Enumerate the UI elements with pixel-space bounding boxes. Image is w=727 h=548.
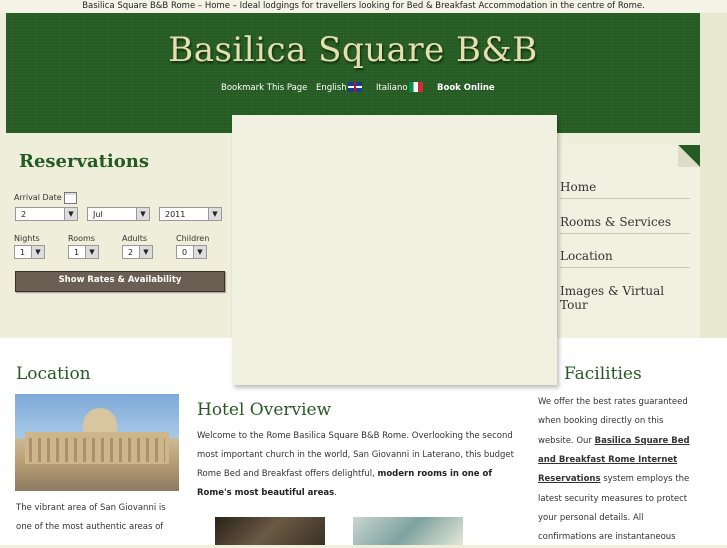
overview-text-2: most important church in the world, San …: [197, 450, 514, 460]
nights-value: 1: [20, 248, 26, 257]
menu-item-images[interactable]: Images & Virtual Tour: [560, 284, 690, 316]
chevron-down-icon: ▼: [193, 246, 206, 258]
main-menu: Home Rooms & Services Location Images & …: [557, 145, 700, 338]
adults-label: Adults: [122, 234, 148, 243]
overview-bold-areas: Rome's most beautiful areas: [197, 488, 335, 498]
st-peters-photo[interactable]: [15, 394, 179, 491]
children-select[interactable]: 0 ▼: [176, 245, 207, 259]
arrival-day-select[interactable]: 2 ▼: [15, 207, 78, 221]
facilities-text-2: when booking directly on this: [538, 416, 664, 426]
english-link[interactable]: English: [316, 83, 347, 93]
internet-link[interactable]: and Breakfast Rome Internet: [538, 455, 677, 465]
facilities-title: Facilities: [564, 364, 642, 384]
room-photo-1[interactable]: [215, 517, 325, 545]
book-online-link[interactable]: Book Online: [437, 83, 495, 93]
facilities-text-1: We offer the best rates guaranteed: [538, 397, 688, 407]
adults-select[interactable]: 2 ▼: [122, 245, 153, 259]
overview-title: Hotel Overview: [197, 400, 332, 420]
header-nav: Bookmark This Page English Italiano Book…: [6, 82, 700, 97]
overview-text-1: Welcome to the Rome Basilica Square B&B …: [197, 431, 513, 441]
calendar-icon[interactable]: [64, 192, 77, 204]
chevron-down-icon: ▼: [136, 208, 149, 220]
chevron-down-icon: ▼: [64, 208, 77, 220]
page-fold-corner: [678, 145, 700, 167]
hero-image-frame: [232, 115, 557, 385]
nights-label: Nights: [14, 234, 40, 243]
arrival-year-value: 2011: [165, 210, 186, 219]
colonnade-shape: [29, 438, 165, 462]
rooms-value: 1: [74, 248, 80, 257]
facilities-text-3: website. Our Basilica Square Bed: [538, 432, 690, 452]
chevron-down-icon: ▼: [31, 246, 44, 258]
menu-item-location[interactable]: Location: [560, 249, 690, 268]
reservations-title: Reservations: [19, 151, 149, 172]
location-text-1: The vibrant area of San Giovanni is: [16, 503, 166, 513]
facilities-text-7: your personal details. All: [538, 513, 644, 523]
top-tagline: Basilica Square B&B Rome – Home – Ideal …: [0, 0, 727, 13]
header-edge: [700, 13, 727, 338]
bookmark-link[interactable]: Bookmark This Page: [221, 83, 307, 93]
uk-flag-icon[interactable]: [348, 82, 362, 92]
arrival-date-label: Arrival Date: [14, 193, 62, 202]
reservations-panel: Reservations Arrival Date 2 ▼ Jul ▼ 2011 ▼ …: [6, 133, 232, 338]
location-text-2: one of the most authentic areas of: [16, 522, 164, 532]
arrival-month-select[interactable]: Jul ▼: [87, 207, 150, 221]
chevron-down-icon: ▼: [85, 246, 98, 258]
site-logo[interactable]: Basilica Square B&B: [6, 30, 700, 70]
nights-select[interactable]: 1 ▼: [14, 245, 45, 259]
dome-shape: [83, 408, 117, 434]
facilities-text-5b: system employs the: [600, 474, 690, 484]
arrival-day-value: 2: [21, 210, 27, 219]
show-rates-button[interactable]: Show Rates & Availability: [15, 271, 225, 292]
overview-text-4: Rome's most beautiful areas.: [197, 484, 337, 504]
rooms-label: Rooms: [68, 234, 95, 243]
children-label: Children: [176, 234, 210, 243]
italiano-link[interactable]: Italiano: [376, 83, 408, 93]
room-photo-2[interactable]: [353, 517, 463, 545]
adults-value: 2: [128, 248, 134, 257]
overview-text-3a: Rome Bed and Breakfast offers delightful…: [197, 469, 378, 479]
italy-flag-icon[interactable]: [409, 82, 423, 92]
location-title: Location: [16, 364, 91, 384]
chevron-down-icon: ▼: [208, 208, 221, 220]
arrival-month-value: Jul: [93, 210, 103, 219]
chevron-down-icon: ▼: [139, 246, 152, 258]
facilities-text-6: latest security measures to protect: [538, 494, 688, 504]
facilities-text-3a: website. Our: [538, 436, 595, 446]
facilities-text-5: Reservations system employs the: [538, 470, 689, 490]
menu-item-rooms[interactable]: Rooms & Services: [560, 215, 690, 234]
rooms-select[interactable]: 1 ▼: [68, 245, 99, 259]
overview-text-4b: .: [334, 488, 337, 498]
arrival-year-select[interactable]: 2011 ▼: [159, 207, 222, 221]
facilities-text-4: and Breakfast Rome Internet: [538, 451, 677, 471]
overview-text-3: Rome Bed and Breakfast offers delightful…: [197, 465, 492, 485]
reservations-link[interactable]: Reservations: [538, 474, 601, 484]
overview-bold-rooms: modern rooms in one of: [377, 469, 493, 479]
menu-item-home[interactable]: Home: [560, 180, 690, 199]
basilica-square-link[interactable]: Basilica Square Bed: [595, 436, 690, 446]
children-value: 0: [182, 248, 188, 257]
